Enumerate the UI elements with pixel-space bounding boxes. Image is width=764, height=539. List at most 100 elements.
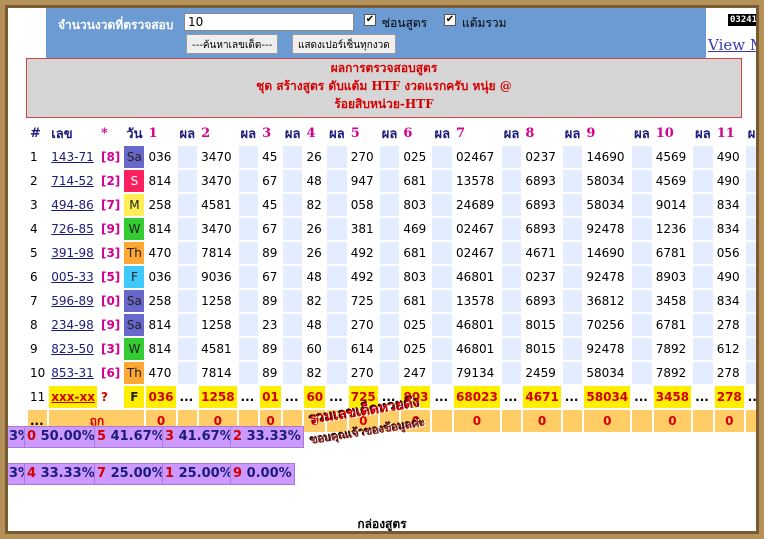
lottery-number-link[interactable]: 391-98	[49, 242, 97, 264]
column-header: ผล	[327, 122, 347, 144]
prediction-number-link[interactable]: xxx-xx	[49, 386, 97, 408]
result-cell	[177, 242, 198, 264]
count-input[interactable]	[184, 13, 354, 31]
result-cell	[177, 290, 198, 312]
result-cell	[177, 146, 198, 168]
formula-value: 612	[716, 342, 740, 356]
formula-value: 469	[403, 222, 427, 236]
result-cell	[632, 290, 652, 312]
result-cell	[632, 194, 652, 216]
column-header: 1	[146, 122, 176, 144]
formula-value: 58034	[586, 366, 625, 380]
search-lucky-button[interactable]: ---ค้นหาเลขเด็ด---	[186, 34, 279, 54]
star-value: [9]	[100, 222, 121, 236]
prediction-value: 036	[146, 386, 176, 408]
lottery-number-link[interactable]: 853-31	[49, 362, 97, 384]
result-box: ผลการตรวจสอบสูตร ชุด สร้างสูตร ดับแต้ม H…	[26, 58, 742, 118]
result-cell	[501, 170, 522, 192]
result-cell	[327, 146, 347, 168]
day-badge: Sa	[124, 290, 145, 312]
formula-value: 02467	[456, 150, 495, 164]
result-cell	[282, 266, 303, 288]
result-cell	[632, 170, 652, 192]
total-score-checkbox[interactable]: ✔	[444, 14, 456, 26]
result-cell	[282, 362, 303, 384]
result-cell	[693, 314, 713, 336]
lottery-number-link[interactable]: 726-85	[49, 218, 97, 240]
result-cell: ...	[432, 386, 453, 408]
day-badge: Th	[124, 362, 145, 384]
formula-value: 3470	[201, 222, 232, 236]
lottery-number-link[interactable]: 494-86	[49, 194, 97, 216]
formula-value: 681	[403, 294, 427, 308]
formula-value: 7892	[655, 366, 687, 380]
column-header: ผล	[238, 122, 259, 144]
percent-value: 33.33%	[36, 466, 95, 481]
percent-value: 0.00%	[242, 466, 292, 481]
formula-value: 814	[148, 222, 172, 236]
table-row: 10 853-31 [6] Th 470 7814 89 82 270 247 79134 2459 5…	[28, 362, 756, 384]
column-header: 8	[523, 122, 561, 144]
result-cell	[745, 146, 756, 168]
column-header: ผล	[282, 122, 303, 144]
table-row: 9 823-50 [3] W 814 4581 89 60 614 025 46801 8015 924…	[28, 338, 756, 360]
formula-value: 278	[716, 366, 740, 380]
lottery-number-link[interactable]: 234-98	[49, 314, 97, 336]
result-cell	[562, 146, 583, 168]
result-cell	[632, 362, 652, 384]
formula-value: 025	[403, 342, 427, 356]
formula-value: 1258	[201, 294, 232, 308]
result-cell	[693, 266, 713, 288]
view-link[interactable]: View M	[708, 36, 756, 54]
star-value: [8]	[100, 150, 121, 164]
formula-value: 48	[306, 318, 322, 332]
row-number: 1	[30, 150, 38, 164]
percent-value: 33.33%	[242, 429, 301, 444]
count-label: จำนวนงวดที่ตรวจสอบ	[58, 18, 174, 32]
formula-value: 8015	[525, 342, 556, 356]
formula-value: 3470	[201, 174, 232, 188]
day-badge: M	[124, 194, 145, 216]
percent-digit: 3	[165, 429, 175, 444]
formula-value: 6893	[525, 198, 556, 212]
star-value: [7]	[100, 198, 121, 212]
percent-badge: 4 33.33%	[24, 463, 98, 485]
formula-value: 45	[262, 150, 278, 164]
row-number: 3	[30, 198, 38, 212]
formula-value: 725	[350, 294, 374, 308]
star-value: [9]	[100, 318, 121, 332]
formula-value: 46801	[456, 318, 495, 332]
result-cell	[745, 266, 756, 288]
formula-value: 025	[403, 318, 427, 332]
prediction-value: 60	[304, 386, 326, 408]
row-number: 10	[30, 366, 46, 380]
formula-value: 36812	[586, 294, 625, 308]
show-percent-button[interactable]: แสดงเปอร์เซ็นทุกงวด	[292, 34, 396, 54]
lottery-number-link[interactable]: 143-71	[49, 146, 97, 168]
lottery-number-link[interactable]: 596-89	[49, 290, 97, 312]
formula-value: 814	[148, 174, 172, 188]
corner-counter: 03241	[728, 14, 756, 26]
result-cell	[238, 194, 259, 216]
result-cell	[432, 410, 453, 432]
hide-formula-checkbox[interactable]: ✔	[364, 14, 376, 26]
formula-value: 9014	[655, 198, 687, 212]
lottery-number-link[interactable]: 714-52	[49, 170, 97, 192]
day-badge: F	[124, 386, 145, 408]
formula-value: 381	[350, 222, 374, 236]
column-header: วัน	[124, 122, 145, 144]
result-cell	[379, 170, 400, 192]
result-cell: ...	[238, 386, 259, 408]
result-cell	[432, 242, 453, 264]
formula-value: 834	[716, 222, 740, 236]
lottery-number-link[interactable]: 823-50	[49, 338, 97, 360]
result-cell	[238, 314, 259, 336]
result-cell	[632, 266, 652, 288]
row-number: 9	[30, 342, 38, 356]
lottery-number-link[interactable]: 005-33	[49, 266, 97, 288]
result-cell	[432, 362, 453, 384]
result-cell	[501, 314, 522, 336]
formula-value: 48	[306, 174, 322, 188]
day-badge: F	[124, 266, 145, 288]
result-cell	[379, 146, 400, 168]
